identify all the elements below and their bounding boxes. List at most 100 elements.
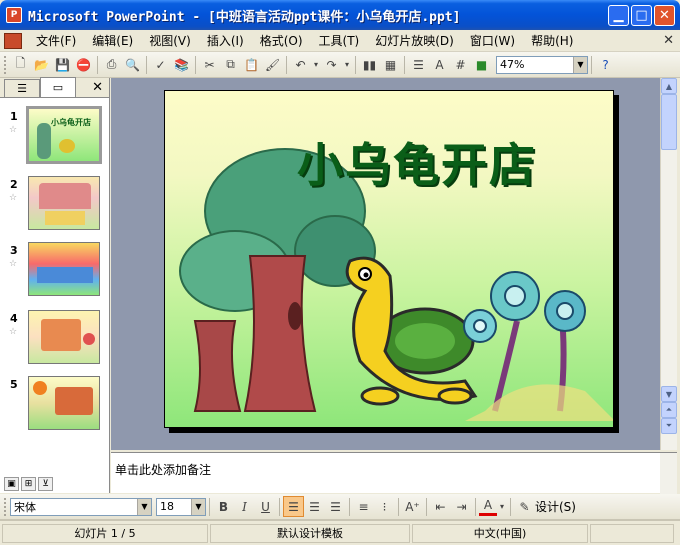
- numbering-icon[interactable]: ≡: [353, 496, 374, 517]
- zoom-combo[interactable]: 47% ▼: [496, 55, 588, 74]
- new-icon[interactable]: 🗋: [10, 54, 31, 75]
- tree-trunk: [193, 320, 242, 412]
- insert-table-icon[interactable]: ▦: [380, 54, 401, 75]
- slide-title[interactable]: 小乌龟开店: [297, 129, 537, 195]
- spelling-icon[interactable]: ✓: [150, 54, 171, 75]
- notes-pane[interactable]: 单击此处添加备注: [111, 452, 677, 494]
- menu-edit[interactable]: 编辑(E): [84, 32, 141, 49]
- document-close-icon[interactable]: ✕: [663, 33, 674, 48]
- font-combo[interactable]: 宋体 ▼: [10, 497, 152, 516]
- print-icon[interactable]: ⎙: [101, 54, 122, 75]
- powerpoint-icon[interactable]: P: [6, 7, 22, 23]
- font-size-value: 18: [160, 500, 174, 513]
- chevron-down-icon[interactable]: ▼: [191, 498, 205, 515]
- status-language: 中文(中国): [412, 523, 588, 543]
- scroll-down-icon[interactable]: ▼: [661, 386, 677, 402]
- slide-thumbnail-row[interactable]: 3 ☆: [6, 240, 106, 298]
- status-empty: [590, 523, 674, 543]
- animation-star-icon: ☆: [9, 327, 18, 337]
- menu-bar: 文件(F) 编辑(E) 视图(V) 插入(I) 格式(O) 工具(T) 幻灯片放…: [0, 30, 680, 52]
- slide-thumbnail[interactable]: [28, 376, 100, 430]
- menu-tools[interactable]: 工具(T): [311, 32, 368, 49]
- align-right-icon[interactable]: ☰: [325, 496, 346, 517]
- undo-dropdown-icon[interactable]: ▾: [311, 54, 321, 75]
- help-icon[interactable]: ?: [595, 54, 616, 75]
- decrease-indent-icon[interactable]: ⇤: [430, 496, 451, 517]
- increase-indent-icon[interactable]: ⇥: [451, 496, 472, 517]
- scroll-thumb[interactable]: [661, 94, 677, 150]
- insert-chart-icon[interactable]: ▮▮: [359, 54, 380, 75]
- font-color-icon[interactable]: A: [479, 498, 497, 516]
- notes-scrollbar[interactable]: [660, 453, 677, 494]
- close-icon[interactable]: ✕: [92, 80, 103, 95]
- normal-view-icon[interactable]: ▣: [4, 477, 19, 491]
- increase-font-icon[interactable]: A⁺: [402, 496, 423, 517]
- design-icon: ✎: [519, 499, 530, 514]
- slide-thumbnail-row[interactable]: 5: [6, 374, 106, 432]
- paste-icon[interactable]: 📋: [241, 54, 262, 75]
- print-preview-icon[interactable]: 🔍: [122, 54, 143, 75]
- slide-thumbnail[interactable]: [28, 176, 100, 230]
- show-formatting-icon[interactable]: A: [429, 54, 450, 75]
- standard-toolbar: 🗋 📂 💾 ⛔ ⎙ 🔍 ✓ 📚 ✂ ⧉ 📋 🖌 ↶ ▾ ↷ ▾ ▮▮ ▦ ☰ A…: [0, 52, 680, 78]
- menu-help[interactable]: 帮助(H): [523, 32, 581, 49]
- window-title: Microsoft PowerPoint - [中班语言活动ppt课件：小乌龟开…: [28, 9, 461, 25]
- chevron-down-icon[interactable]: ▼: [137, 498, 151, 515]
- minimize-button[interactable]: ▁: [608, 5, 629, 26]
- tab-outline[interactable]: ☰: [4, 79, 40, 97]
- permission-icon[interactable]: ⛔: [73, 54, 94, 75]
- current-slide[interactable]: 小乌龟开店: [164, 90, 614, 428]
- status-template: 默认设计模板: [210, 523, 410, 543]
- maximize-button[interactable]: □: [631, 5, 652, 26]
- menu-file[interactable]: 文件(F): [28, 32, 84, 49]
- show-grid-icon[interactable]: #: [450, 54, 471, 75]
- menu-format[interactable]: 格式(O): [252, 32, 311, 49]
- menu-window[interactable]: 窗口(W): [462, 32, 523, 49]
- format-painter-icon[interactable]: 🖌: [262, 54, 283, 75]
- research-icon[interactable]: 📚: [171, 54, 192, 75]
- italic-button[interactable]: I: [234, 496, 255, 517]
- slide-thumbnail[interactable]: [28, 242, 100, 296]
- copy-icon[interactable]: ⧉: [220, 54, 241, 75]
- align-left-icon[interactable]: ☰: [283, 496, 304, 517]
- slide-sorter-view-icon[interactable]: ⊞: [21, 477, 36, 491]
- bullets-icon[interactable]: ⁝: [374, 496, 395, 517]
- font-color-dropdown-icon[interactable]: ▾: [497, 496, 507, 517]
- next-slide-icon[interactable]: ⏷: [661, 418, 677, 434]
- font-value: 宋体: [14, 500, 36, 514]
- vertical-scrollbar[interactable]: ▲ ▼ ⏶ ⏷: [660, 78, 677, 450]
- slideshow-view-icon[interactable]: ⊻: [38, 477, 53, 491]
- tab-slides[interactable]: ▭: [40, 77, 76, 97]
- menu-slideshow[interactable]: 幻灯片放映(D): [367, 32, 462, 49]
- underline-button[interactable]: U: [255, 496, 276, 517]
- save-icon[interactable]: 💾: [52, 54, 73, 75]
- font-size-combo[interactable]: 18 ▼: [156, 497, 206, 516]
- bold-button[interactable]: B: [213, 496, 234, 517]
- slide-thumbnail[interactable]: 小乌龟开店: [26, 106, 102, 164]
- toolbar-grip[interactable]: [4, 55, 7, 74]
- scroll-up-icon[interactable]: ▲: [661, 78, 677, 94]
- slide-thumbnail-row[interactable]: 2 ☆: [6, 174, 106, 232]
- redo-dropdown-icon[interactable]: ▾: [342, 54, 352, 75]
- document-icon[interactable]: [4, 32, 22, 49]
- toolbar-grip[interactable]: [4, 497, 7, 516]
- design-button[interactable]: 设计(S): [535, 498, 576, 515]
- slide-thumbnail-row[interactable]: 1 ☆ 小乌龟开店: [6, 106, 106, 164]
- color-grayscale-icon[interactable]: ■: [471, 54, 492, 75]
- redo-icon[interactable]: ↷: [321, 54, 342, 75]
- notes-placeholder: 单击此处添加备注: [115, 463, 212, 477]
- previous-slide-icon[interactable]: ⏶: [661, 402, 677, 418]
- slide-editing-area: 小乌龟开店: [111, 78, 660, 450]
- slide-thumbnail-row[interactable]: 4 ☆: [6, 308, 106, 366]
- menu-view[interactable]: 视图(V): [141, 32, 199, 49]
- menu-insert[interactable]: 插入(I): [199, 32, 252, 49]
- chevron-down-icon[interactable]: ▼: [573, 56, 587, 73]
- cut-icon[interactable]: ✂: [199, 54, 220, 75]
- expand-all-icon[interactable]: ☰: [408, 54, 429, 75]
- animation-star-icon: ☆: [9, 125, 18, 135]
- close-button[interactable]: ✕: [654, 5, 675, 26]
- undo-icon[interactable]: ↶: [290, 54, 311, 75]
- open-icon[interactable]: 📂: [31, 54, 52, 75]
- slide-thumbnail[interactable]: [28, 310, 100, 364]
- align-center-icon[interactable]: ☰: [304, 496, 325, 517]
